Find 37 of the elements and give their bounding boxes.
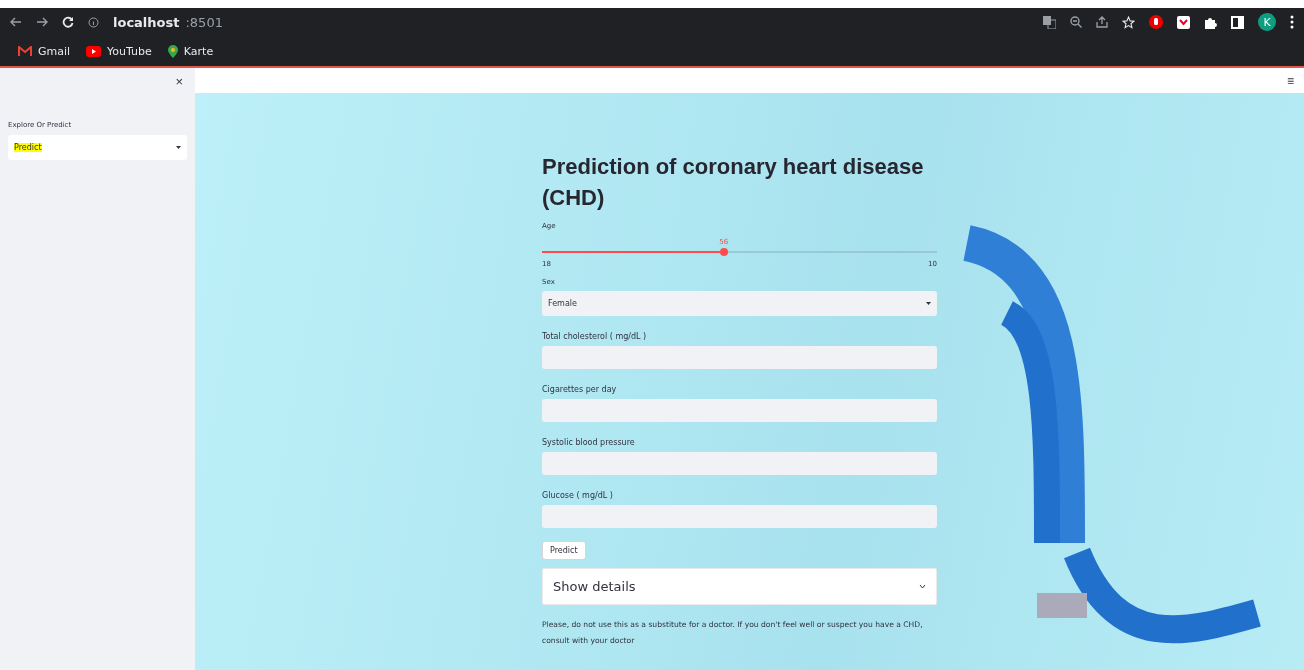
- input-field[interactable]: [542, 399, 937, 422]
- translate-icon[interactable]: [1043, 15, 1056, 29]
- map-pin-icon: [167, 44, 178, 58]
- predict-button[interactable]: Predict: [542, 541, 586, 560]
- page-title: Prediction of coronary heart disease (CHD): [542, 153, 925, 212]
- bookmark-link[interactable]: Gmail: [18, 44, 71, 58]
- field-label: Total cholesterol ( mg/dL ): [542, 332, 648, 341]
- mode-select[interactable]: Predict: [8, 135, 187, 160]
- info-icon[interactable]: [88, 16, 99, 28]
- bookmark-link[interactable]: Karte: [167, 44, 214, 58]
- input-field[interactable]: [542, 346, 937, 369]
- more-icon[interactable]: [1290, 15, 1294, 29]
- caret-icon: [176, 146, 181, 149]
- play-icon: [86, 45, 102, 57]
- menu-button[interactable]: ≡: [1287, 73, 1294, 88]
- input-field[interactable]: [542, 452, 937, 475]
- puzzle-icon[interactable]: [1204, 15, 1217, 29]
- address-text[interactable]: localhost :8501: [113, 14, 223, 30]
- sex-select[interactable]: Female: [542, 291, 937, 316]
- forward-icon[interactable]: [36, 17, 48, 27]
- caret-icon: [926, 302, 931, 305]
- close-button[interactable]: ×: [175, 74, 183, 89]
- side-panel-icon[interactable]: [1231, 15, 1244, 29]
- field-label: Glucose ( mg/dL ): [542, 491, 614, 500]
- back-icon[interactable]: [10, 17, 22, 27]
- bookmark-link[interactable]: YouTube: [86, 44, 152, 58]
- field-label: Systolic blood pressure: [542, 438, 636, 447]
- slider-thumb[interactable]: [719, 248, 728, 256]
- share-icon[interactable]: [1096, 16, 1108, 28]
- chevron-icon: [919, 584, 926, 589]
- field-label: Cigarettes per day: [542, 385, 618, 394]
- star-icon[interactable]: [1122, 15, 1135, 29]
- details-expander[interactable]: Show details: [542, 568, 937, 605]
- reload-icon[interactable]: [62, 16, 74, 28]
- input-field[interactable]: [542, 505, 937, 528]
- mail-icon: [18, 45, 32, 57]
- zoom-icon[interactable]: [1070, 16, 1082, 28]
